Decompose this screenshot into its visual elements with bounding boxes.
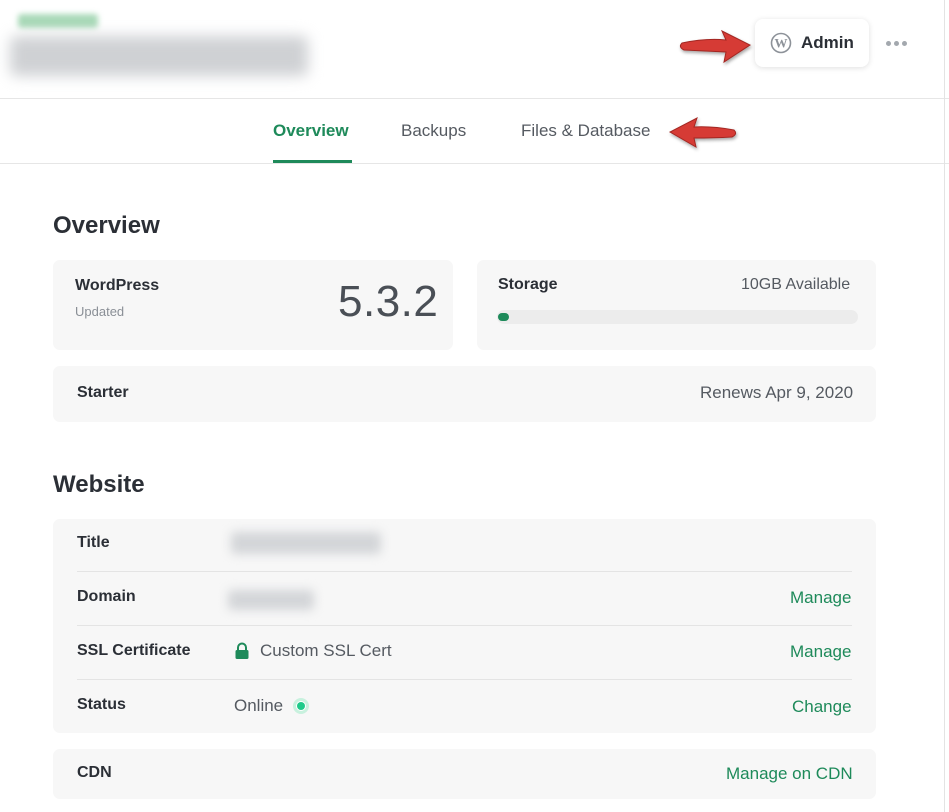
storage-usage-bar — [497, 310, 858, 324]
divider — [77, 679, 852, 680]
storage-card — [477, 260, 876, 350]
tab-files-database[interactable]: Files & Database — [521, 121, 650, 141]
storage-usage-fill — [498, 313, 509, 321]
wordpress-label: WordPress — [75, 277, 160, 294]
ssl-value-text: Custom SSL Cert — [260, 641, 392, 660]
dot — [885, 40, 891, 46]
wordpress-version: 5.3.2 — [338, 277, 439, 326]
website-title-value-redacted — [231, 532, 381, 554]
domain-manage-link[interactable]: Manage — [790, 588, 851, 608]
site-plan-tag-redacted — [18, 14, 98, 28]
more-options-button[interactable] — [881, 31, 911, 55]
cdn-manage-link[interactable]: Manage on CDN — [726, 764, 853, 784]
online-status-dot — [293, 698, 310, 714]
site-header: W Admin — [0, 0, 949, 99]
dot — [901, 40, 907, 46]
website-card — [53, 519, 876, 733]
dot — [893, 40, 899, 46]
active-tab-indicator — [273, 160, 352, 163]
status-change-link[interactable]: Change — [792, 697, 852, 717]
website-title-label: Title — [77, 534, 110, 551]
panel-edge — [944, 0, 945, 812]
wordpress-status: Updated — [75, 304, 125, 319]
wordpress-icon: W — [770, 32, 792, 54]
status-value: Online — [234, 696, 310, 716]
plan-renewal-date: Renews Apr 9, 2020 — [700, 383, 854, 402]
website-heading: Website — [53, 471, 145, 498]
overview-heading: Overview — [53, 212, 160, 239]
domain-label: Domain — [77, 588, 136, 605]
status-value-text: Online — [234, 696, 284, 715]
admin-button-label: Admin — [801, 33, 854, 52]
ssl-label: SSL Certificate — [77, 642, 191, 659]
ssl-value: Custom SSL Cert — [234, 641, 392, 661]
domain-value-redacted — [228, 590, 314, 610]
status-label: Status — [77, 696, 126, 713]
cdn-label: CDN — [77, 764, 112, 781]
annotation-arrow-files — [668, 116, 737, 149]
site-title-redacted — [10, 36, 308, 76]
storage-label: Storage — [498, 276, 558, 293]
tab-overview[interactable]: Overview — [273, 121, 349, 141]
annotation-arrow-admin — [679, 29, 752, 64]
admin-button[interactable]: W Admin — [755, 19, 869, 67]
divider — [77, 571, 852, 572]
svg-text:W: W — [775, 36, 788, 51]
ssl-manage-link[interactable]: Manage — [790, 642, 851, 662]
tab-backups[interactable]: Backups — [401, 121, 466, 141]
tab-bar: Overview Backups Files & Database — [0, 99, 949, 164]
divider — [77, 625, 852, 626]
lock-icon — [234, 642, 250, 660]
storage-available: 10GB Available — [741, 276, 851, 293]
plan-name: Starter — [77, 384, 129, 401]
